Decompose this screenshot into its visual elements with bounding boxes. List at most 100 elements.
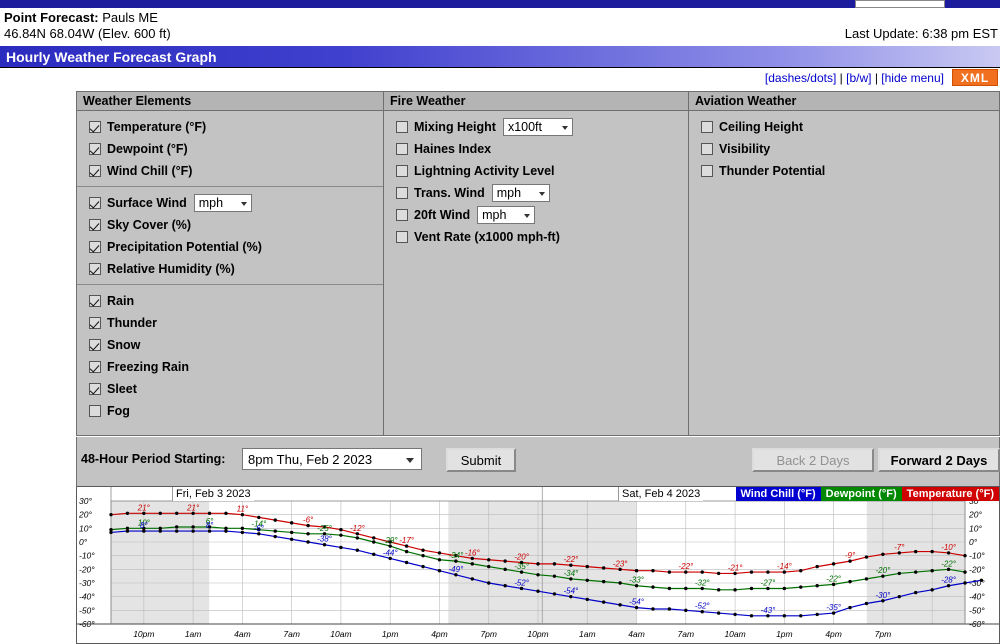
svg-text:0°: 0° [79, 537, 88, 547]
checkbox-icon[interactable] [396, 209, 408, 221]
option-label: Lightning Activity Level [414, 164, 555, 178]
chart-day-label-2: Sat, Feb 4 2023 [618, 487, 704, 501]
svg-text:-17°: -17° [399, 536, 415, 545]
back-2-days-button[interactable]: Back 2 Days [752, 448, 874, 472]
page-title: Hourly Weather Forecast Graph [0, 46, 1000, 68]
hide-menu-link[interactable]: [hide menu] [881, 71, 944, 85]
forecast-chart[interactable]: 30° 30° 20° 20° 10° 10° 0° 0° -10° -10° -20° -20° -3… [76, 486, 1000, 644]
option-trans-wind[interactable]: Trans. Wind mph [396, 182, 688, 204]
option-snow[interactable]: Snow [89, 334, 383, 356]
option-label: Haines Index [414, 142, 492, 156]
checkbox-icon[interactable] [89, 339, 101, 351]
panel-title-weather-elements: Weather Elements [77, 92, 383, 111]
fire-weather-group: Mixing Height x100ft Haines Index Lightn… [384, 111, 688, 252]
svg-text:0°: 0° [969, 537, 978, 547]
option-relative-humidity[interactable]: Relative Humidity (%) [89, 258, 383, 280]
option-label: Wind Chill (°F) [107, 164, 193, 178]
svg-text:-34°: -34° [563, 569, 579, 578]
checkbox-icon[interactable] [701, 165, 713, 177]
option-wind-chill[interactable]: Wind Chill (°F) [89, 160, 383, 182]
checkbox-icon[interactable] [396, 187, 408, 199]
svg-text:7pm: 7pm [875, 629, 892, 639]
checkbox-icon[interactable] [89, 295, 101, 307]
option-temperature[interactable]: Temperature (°F) [89, 116, 383, 138]
weather-elements-group-precip-types: Rain Thunder Snow Freezing Rain Sleet Fo… [77, 284, 383, 426]
svg-text:-25°: -25° [317, 524, 333, 533]
option-label: Sleet [107, 382, 137, 396]
option-freezing-rain[interactable]: Freezing Rain [89, 356, 383, 378]
option-visibility[interactable]: Visibility [701, 138, 999, 160]
checkbox-icon[interactable] [396, 121, 408, 133]
mixing-height-unit-select[interactable]: x100ft [502, 118, 573, 136]
option-label: Dewpoint (°F) [107, 142, 188, 156]
option-ceiling-height[interactable]: Ceiling Height [701, 116, 999, 138]
checkbox-icon[interactable] [396, 165, 408, 177]
svg-text:4pm: 4pm [431, 629, 448, 639]
legend-wind-chill[interactable]: Wind Chill (°F) [735, 487, 821, 501]
bw-link[interactable]: [b/w] [846, 71, 871, 85]
option-sleet[interactable]: Sleet [89, 378, 383, 400]
checkbox-icon[interactable] [89, 219, 101, 231]
svg-text:-14°: -14° [777, 562, 793, 571]
checkbox-icon[interactable] [701, 121, 713, 133]
twentyft-wind-unit-select[interactable]: mph [477, 206, 536, 224]
option-haines-index[interactable]: Haines Index [396, 138, 688, 160]
option-surface-wind[interactable]: Surface Wind mph [89, 192, 383, 214]
period-select[interactable]: 8pm Thu, Feb 2 2023 [242, 448, 422, 470]
option-rain[interactable]: Rain [89, 290, 383, 312]
checkbox-icon[interactable] [89, 383, 101, 395]
option-20ft-wind[interactable]: 20ft Wind mph [396, 204, 688, 226]
option-precipitation-potential[interactable]: Precipitation Potential (%) [89, 236, 383, 258]
weather-elements-group-temps: Temperature (°F) Dewpoint (°F) Wind Chil… [77, 111, 383, 186]
checkbox-icon[interactable] [89, 405, 101, 417]
svg-text:-20°: -20° [876, 566, 892, 575]
checkbox-icon[interactable] [701, 143, 713, 155]
checkbox-icon[interactable] [89, 143, 101, 155]
checkbox-icon[interactable] [89, 121, 101, 133]
checkbox-icon[interactable] [89, 361, 101, 373]
svg-text:-30°: -30° [876, 591, 892, 600]
svg-text:11°: 11° [237, 505, 249, 514]
svg-text:10pm: 10pm [527, 629, 548, 639]
option-label: Thunder Potential [719, 164, 826, 178]
point-forecast-label: Point Forecast: [4, 10, 99, 25]
top-white-box [855, 0, 945, 8]
option-sky-cover[interactable]: Sky Cover (%) [89, 214, 383, 236]
checkbox-icon[interactable] [396, 231, 408, 243]
legend-temperature[interactable]: Temperature (°F) [901, 487, 999, 501]
option-mixing-height[interactable]: Mixing Height x100ft [396, 116, 688, 138]
checkbox-icon[interactable] [89, 317, 101, 329]
panel-fire-weather: Fire Weather Mixing Height x100ft Haines… [384, 91, 689, 436]
option-thunder-potential[interactable]: Thunder Potential [701, 160, 999, 182]
checkbox-icon[interactable] [89, 197, 101, 209]
forward-2-days-button[interactable]: Forward 2 Days [878, 448, 1000, 472]
checkbox-icon[interactable] [89, 263, 101, 275]
checkbox-icon[interactable] [396, 143, 408, 155]
panel-weather-elements: Weather Elements Temperature (°F) Dewpoi… [76, 91, 384, 436]
svg-text:21°: 21° [186, 503, 200, 512]
dashes-dots-link[interactable]: [dashes/dots] [765, 71, 836, 85]
checkbox-icon[interactable] [89, 165, 101, 177]
option-fog[interactable]: Fog [89, 400, 383, 422]
checkbox-icon[interactable] [89, 241, 101, 253]
submit-button[interactable]: Submit [446, 448, 516, 472]
svg-text:-32°: -32° [695, 578, 711, 587]
chart-canvas: 30° 30°20° 20°10° 10°0° 0°-10° -10°-20° -20°-3… [77, 487, 999, 639]
option-label: Surface Wind [107, 196, 187, 210]
svg-text:4am: 4am [234, 629, 251, 639]
legend-dewpoint[interactable]: Dewpoint (°F) [820, 487, 902, 501]
svg-text:4am: 4am [628, 629, 645, 639]
option-dewpoint[interactable]: Dewpoint (°F) [89, 138, 383, 160]
option-vent-rate[interactable]: Vent Rate (x1000 mph-ft) [396, 226, 688, 248]
svg-text:-23°: -23° [613, 559, 629, 568]
option-lightning-activity-level[interactable]: Lightning Activity Level [396, 160, 688, 182]
chart-day-label-1: Fri, Feb 3 2023 [172, 487, 254, 501]
surface-wind-unit-select[interactable]: mph [193, 194, 252, 212]
svg-text:-10°: -10° [941, 543, 957, 552]
xml-button[interactable]: XML [952, 69, 998, 86]
option-thunder[interactable]: Thunder [89, 312, 383, 334]
link-separator-1: | [839, 71, 843, 85]
svg-text:1am: 1am [579, 629, 596, 639]
svg-text:-9°: -9° [845, 551, 856, 560]
trans-wind-unit-select[interactable]: mph [491, 184, 550, 202]
